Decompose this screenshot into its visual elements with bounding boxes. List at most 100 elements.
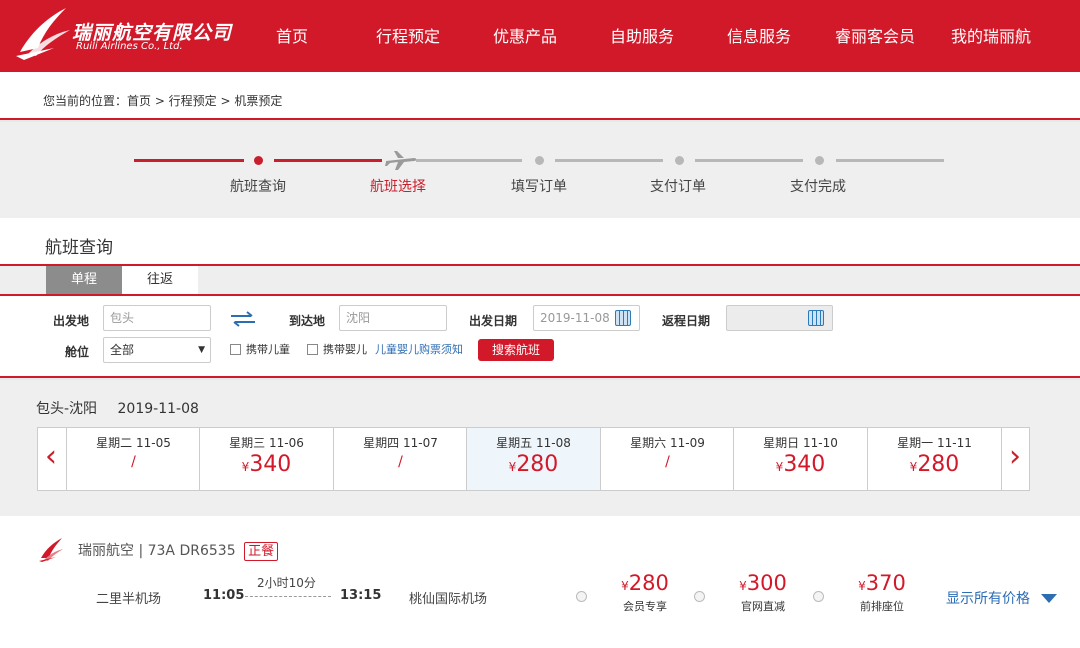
calendar-icon[interactable] [615,310,631,326]
date-cell[interactable]: 星期六 11-09 / [600,428,734,490]
departure-airport: 二里半机场 [96,592,162,607]
route-text: 包头-沈阳 [36,401,98,417]
yen-symbol: ¥ [858,579,866,593]
tab-one-way[interactable]: 单程 [46,266,122,294]
fare-amount: 370 [865,571,906,595]
fare-label-official: 官网直减 [741,600,785,613]
route-summary: 包头-沈阳 2019-11-08 [36,398,199,418]
route-date: 2019-11-08 [117,401,199,417]
prev-dates-button[interactable]: ‹ [38,428,66,490]
date-cell[interactable]: 星期日 11-10 ¥340 [733,428,867,490]
arrival-airport: 桃仙国际机场 [409,592,488,607]
bird-logo-icon [16,8,70,60]
nav-my-account[interactable]: 我的瑞丽航 [951,0,1031,72]
carry-infant-label: 携带婴儿 [323,343,367,356]
swap-icon[interactable] [229,311,257,327]
fare-amount: 280 [628,571,669,595]
yen-symbol: ¥ [739,579,747,593]
to-label: 到达地 [289,314,326,328]
calendar-icon[interactable] [808,310,824,326]
logo-text-en: Ruili Airlines Co., Ltd. [76,41,183,52]
nav-self-service[interactable]: 自助服务 [610,0,674,72]
day-label: 星期三 11-06 [229,436,304,450]
day-label: 星期五 11-08 [496,436,571,450]
step-label-pay: 支付订单 [650,179,706,195]
fare-label-front-seat: 前排座位 [860,600,904,613]
yen-symbol: ¥ [621,579,629,593]
return-date-input[interactable] [726,305,833,331]
carry-child-checkbox[interactable] [230,344,241,355]
day-label: 星期日 11-10 [763,436,838,450]
results-section: 包头-沈阳 2019-11-08 ‹ 星期二 11-05 / 星期三 11-06… [0,380,1080,516]
depart-date-value: 2019-11-08 [540,311,610,325]
chevron-left-icon: ‹ [45,439,57,474]
day-price-value: 280 [516,452,559,477]
nav-info-service[interactable]: 信息服务 [727,0,791,72]
cabin-select[interactable]: 全部 ▼ [103,337,211,363]
expand-arrow-icon[interactable] [1041,594,1057,603]
no-price: / [398,454,403,470]
fare-label-member: 会员专享 [623,600,667,613]
depart-date-label: 出发日期 [469,314,518,328]
search-form: 出发地 包头 到达地 沈阳 出发日期 2019-11-08 返程日期 舱位 全部… [0,296,1080,378]
return-date-label: 返程日期 [662,314,711,328]
nav-booking[interactable]: 行程预定 [376,0,440,72]
depart-date-input[interactable]: 2019-11-08 [533,305,640,331]
fare-price-official: ¥300 [733,571,793,595]
search-flights-button[interactable]: 搜索航班 [478,339,554,361]
departure-time: 11:05 [203,588,245,603]
date-cell[interactable]: 星期三 11-06 ¥340 [199,428,333,490]
day-price-value: 280 [917,452,960,477]
query-header: 航班查询 [0,218,1080,266]
step-label-select: 航班选择 [370,179,426,195]
flight-number: 瑞丽航空 | 73A DR6535 [78,543,236,559]
step-label-query: 航班查询 [230,179,286,195]
nav-promotions[interactable]: 优惠产品 [493,0,557,72]
plane-icon [385,151,417,170]
step-line-todo [695,159,803,162]
date-cell[interactable]: 星期四 11-07 / [333,428,467,490]
query-title: 航班查询 [45,238,113,258]
airline-logo[interactable]: 瑞丽航空有限公司 Ruili Airlines Co., Ltd. [14,4,231,64]
step-dot-5 [815,156,824,165]
day-label: 星期二 11-05 [96,436,171,450]
day-label: 星期六 11-09 [630,436,705,450]
from-input[interactable]: 包头 [103,305,211,331]
date-selector: ‹ 星期二 11-05 / 星期三 11-06 ¥340 星期四 11-07 /… [37,427,1030,491]
from-label: 出发地 [53,314,90,328]
nav-membership[interactable]: 睿丽客会员 [835,0,915,72]
arrival-time: 13:15 [340,588,382,603]
carry-infant-checkbox[interactable] [307,344,318,355]
fare-radio-member[interactable] [576,591,587,602]
date-cell[interactable]: 星期二 11-05 / [66,428,200,490]
step-dot-1 [254,156,263,165]
fare-radio-official[interactable] [694,591,705,602]
flight-duration: 2小时10分 [257,576,316,590]
fare-price-member: ¥280 [615,571,675,595]
day-price: ¥280 [868,452,1001,477]
step-dot-4 [675,156,684,165]
step-label-done: 支付完成 [790,179,846,195]
step-dot-3 [535,156,544,165]
to-input[interactable]: 沈阳 [339,305,447,331]
date-cell-selected[interactable]: 星期五 11-08 ¥280 [466,428,600,490]
cabin-label: 舱位 [65,345,90,359]
show-all-prices-link[interactable]: 显示所有价格 [946,588,1030,608]
site-header: 瑞丽航空有限公司 Ruili Airlines Co., Ltd. 首页 行程预… [0,0,1080,72]
fare-price-front-seat: ¥370 [852,571,912,595]
step-line-todo [555,159,663,162]
no-price: / [665,454,670,470]
day-price-value: 340 [249,452,292,477]
day-label: 星期四 11-07 [363,436,438,450]
nav-home[interactable]: 首页 [276,0,308,72]
child-infant-notice-link[interactable]: 儿童婴儿购票须知 [375,341,463,357]
tab-round-trip[interactable]: 往返 [122,266,198,294]
dropdown-arrow-icon: ▼ [198,345,205,355]
next-dates-button[interactable]: › [1001,428,1029,490]
step-line-done [274,159,382,162]
step-line-done [134,159,244,162]
day-price: ¥340 [734,452,867,477]
breadcrumb-bar: 您当前的位置：首页 > 行程预定 > 机票预定 [0,72,1080,120]
fare-radio-front-seat[interactable] [813,591,824,602]
date-cell[interactable]: 星期一 11-11 ¥280 [867,428,1001,490]
